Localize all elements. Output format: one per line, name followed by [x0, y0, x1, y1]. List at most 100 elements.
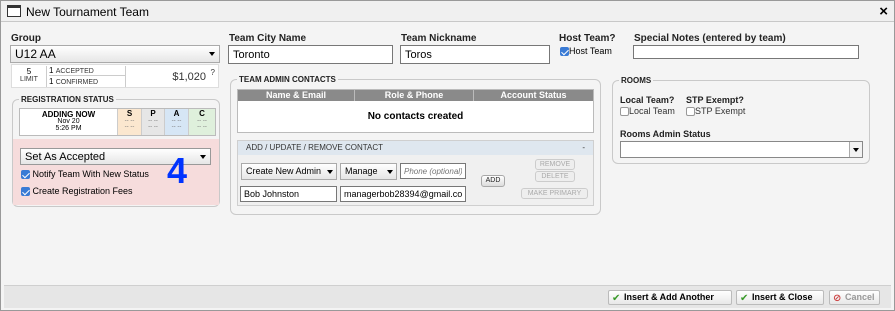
confirmed-label: CONFIRMED: [55, 79, 99, 86]
status-col-p-label: P: [150, 109, 156, 118]
phone-input[interactable]: [400, 163, 466, 179]
title-bar: New Tournament Team ×: [1, 1, 894, 22]
status-col-a[interactable]: A -- -- -- --: [165, 109, 189, 135]
chevron-down-icon: [209, 52, 215, 56]
accepted-confirmed-stat: 1 ACCEPTED 1 CONFIRMED: [46, 66, 126, 87]
fees-checkbox[interactable]: [21, 187, 30, 197]
status-select-value: Set As Accepted: [25, 151, 106, 163]
accepted-count: 1: [49, 66, 54, 75]
cancel-label: Cancel: [845, 292, 875, 302]
stp-exempt-label: STP Exempt?: [686, 95, 744, 105]
notes-label: Special Notes (entered by team): [634, 33, 786, 44]
adding-now-text: ADDING NOW: [41, 110, 96, 119]
status-col-a-label: A: [173, 109, 180, 118]
delete-contact-button[interactable]: DELETE: [535, 171, 575, 182]
cancel-icon: ⊘: [833, 293, 842, 304]
group-label: Group: [11, 33, 41, 44]
role-select-value: Manage: [345, 166, 378, 176]
local-team-label: Local Team?: [620, 95, 675, 105]
contacts-table-header: Name & Email Role & Phone Account Status: [238, 90, 593, 101]
dropdown-button: [849, 142, 862, 157]
role-select[interactable]: Manage: [340, 163, 397, 180]
header-role-phone: Role & Phone: [355, 90, 474, 101]
nickname-input[interactable]: [400, 45, 550, 64]
notify-checkbox[interactable]: [21, 170, 30, 180]
nickname-label: Team Nickname: [401, 33, 477, 44]
window-title: New Tournament Team: [26, 5, 149, 19]
contacts-legend: TEAM ADMIN CONTACTS: [237, 75, 338, 84]
host-checkbox-row[interactable]: Host Team: [560, 46, 612, 57]
status-col-s[interactable]: S -- -- -- --: [118, 109, 142, 135]
rooms-admin-status-label: Rooms Admin Status: [620, 129, 711, 139]
insert-add-another-button[interactable]: ✔ Insert & Add Another: [608, 290, 732, 305]
chevron-down-icon: [200, 154, 206, 159]
status-col-p-dash-2: -- --: [148, 124, 158, 130]
host-label: Host Team?: [559, 33, 616, 44]
close-icon[interactable]: ×: [879, 3, 888, 20]
insert-close-label: Insert & Close: [752, 292, 813, 302]
status-col-c-dash-2: -- --: [197, 124, 207, 130]
window-icon: [7, 5, 21, 17]
contacts-table: Name & Email Role & Phone Account Status…: [237, 89, 594, 133]
email-input[interactable]: [340, 186, 466, 202]
insert-close-button[interactable]: ✔ Insert & Close: [736, 290, 824, 305]
chevron-down-icon: [387, 169, 393, 174]
registration-status-legend: REGISTRATION STATUS: [19, 95, 116, 104]
status-col-p[interactable]: P -- -- -- --: [142, 109, 165, 135]
header-name-email: Name & Email: [238, 90, 355, 101]
contact-panel-title: ADD / UPDATE / REMOVE CONTACT: [246, 143, 384, 152]
status-col-c[interactable]: C -- -- -- --: [189, 109, 215, 135]
stp-exempt-checkbox-row[interactable]: STP Exempt: [686, 106, 746, 117]
city-input[interactable]: [228, 45, 393, 64]
adding-now-cell: ADDING NOW Nov 20 5:26 PM: [20, 109, 118, 135]
group-select[interactable]: U12 AA: [10, 45, 220, 63]
status-col-s-label: S: [126, 109, 133, 118]
group-select-value: U12 AA: [15, 47, 56, 61]
accepted-label: ACCEPTED: [55, 68, 94, 75]
name-input[interactable]: [240, 186, 337, 202]
local-team-checkbox-row[interactable]: Local Team: [620, 106, 675, 117]
dialog-footer: ✔ Insert & Add Another ✔ Insert & Close ⊘ C…: [4, 285, 891, 308]
limit-count: 5: [26, 67, 32, 76]
notify-checkbox-row[interactable]: Notify Team With New Status: [21, 169, 149, 180]
chevron-down-icon: [327, 169, 333, 174]
host-check-label: Host Team: [569, 46, 612, 56]
stp-exempt-checkbox[interactable]: [686, 107, 695, 117]
status-col-a-dash-2: -- --: [171, 124, 182, 130]
stp-exempt-check-label: STP Exempt: [695, 106, 746, 116]
collapse-icon[interactable]: -: [582, 141, 585, 155]
remove-contact-button[interactable]: REMOVE: [535, 159, 575, 170]
fees-label: Create Registration Fees: [32, 186, 133, 196]
local-team-checkbox[interactable]: [620, 107, 629, 117]
limit-label: LIMIT: [20, 76, 38, 83]
step-number: 4: [167, 150, 188, 191]
city-label: Team City Name: [229, 33, 307, 44]
fees-checkbox-row[interactable]: Create Registration Fees: [21, 186, 133, 197]
add-contact-button[interactable]: ADD: [481, 175, 505, 187]
cancel-button[interactable]: ⊘ Cancel: [829, 290, 880, 305]
contact-panel-header: ADD / UPDATE / REMOVE CONTACT -: [238, 141, 593, 155]
local-team-check-label: Local Team: [629, 106, 675, 116]
status-time: 5:26 PM: [55, 125, 82, 132]
check-icon: ✔: [740, 293, 749, 304]
notify-label: Notify Team With New Status: [32, 169, 149, 179]
group-stats: 5 LIMIT 1 ACCEPTED 1 CONFIRMED $1,020 ?: [11, 64, 219, 88]
insert-add-another-label: Insert & Add Another: [624, 292, 714, 302]
status-col-c-label: C: [199, 109, 205, 118]
status-date: Nov 20: [57, 118, 80, 125]
host-checkbox[interactable]: [560, 47, 569, 57]
chevron-down-icon: [853, 147, 859, 152]
help-icon[interactable]: ?: [211, 68, 215, 77]
confirmed-count: 1: [49, 77, 54, 86]
contacts-empty-text: No contacts created: [367, 111, 464, 122]
notes-input[interactable]: [633, 45, 859, 59]
group-fee: $1,020: [172, 71, 206, 83]
status-col-s-dash-2: -- --: [124, 124, 135, 130]
admin-select-value: Create New Admin: [246, 166, 322, 176]
rooms-admin-status-select[interactable]: [620, 141, 863, 158]
make-primary-button[interactable]: MAKE PRIMARY: [521, 188, 588, 199]
admin-select[interactable]: Create New Admin: [241, 163, 337, 180]
header-account-status: Account Status: [500, 90, 567, 100]
dialog-window: New Tournament Team × Group U12 AA 5 LIM…: [0, 0, 895, 311]
check-icon: ✔: [612, 293, 621, 304]
